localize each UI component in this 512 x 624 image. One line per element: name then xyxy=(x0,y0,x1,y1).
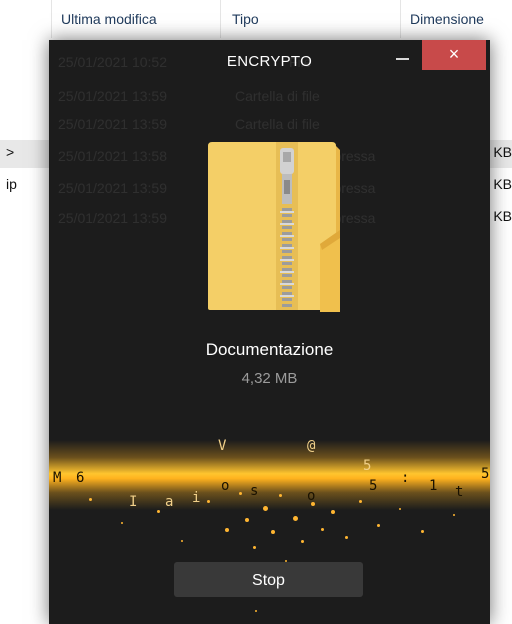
particle-dot xyxy=(301,540,304,543)
column-size-header[interactable]: Dimensione xyxy=(404,0,512,38)
close-button[interactable]: × xyxy=(422,40,486,70)
ghost-type: Cartella di file xyxy=(235,116,320,132)
column-header-bar: Ultima modifica Tipo Dimensione xyxy=(0,0,512,38)
particle-dot xyxy=(271,530,275,534)
file-row-name: ip xyxy=(6,176,17,192)
minimize-button[interactable] xyxy=(387,46,419,74)
particle-dot xyxy=(279,494,282,497)
ghost-date: 25/01/2021 13:59 xyxy=(58,88,167,104)
particle-dot xyxy=(181,540,183,542)
stop-button[interactable]: Stop xyxy=(174,562,363,597)
file-name-label: Documentazione xyxy=(205,340,334,359)
scramble-char: V xyxy=(218,438,227,454)
particle-dot xyxy=(321,528,324,531)
particle-dot xyxy=(89,498,92,501)
particle-dot xyxy=(311,502,315,506)
close-icon: × xyxy=(448,44,460,64)
particle-dot xyxy=(345,536,348,539)
particle-dot xyxy=(121,522,123,524)
particle-dot xyxy=(331,510,335,514)
ghost-date: 25/01/2021 13:58 xyxy=(58,148,167,164)
particle-dot xyxy=(377,524,380,527)
column-type-header[interactable]: Tipo xyxy=(226,0,396,38)
particle-dot xyxy=(225,528,229,532)
ghost-date: 25/01/2021 13:59 xyxy=(58,180,167,196)
dialog-titlebar[interactable]: ENCRYPTO × xyxy=(49,40,490,84)
ghost-type: Cartella di file xyxy=(235,88,320,104)
particle-dot xyxy=(263,506,268,511)
column-separator[interactable] xyxy=(400,0,401,38)
zip-folder-icon xyxy=(208,142,340,312)
particle-dot xyxy=(293,516,298,521)
particle-dot xyxy=(245,518,249,522)
particle-dot xyxy=(359,500,362,503)
particle-dot xyxy=(255,610,257,612)
particle-dot xyxy=(453,514,455,516)
column-modified-header[interactable]: Ultima modifica xyxy=(55,0,215,38)
encrypto-dialog: 25/01/2021 10:52 File 25/01/2021 13:59 C… xyxy=(49,40,490,624)
column-separator[interactable] xyxy=(51,0,52,38)
particle-dot xyxy=(207,500,210,503)
particle-dot xyxy=(239,492,242,495)
particle-dot xyxy=(399,508,401,510)
file-size-label: 4,32 MB xyxy=(241,370,298,387)
particle-dot xyxy=(421,530,424,533)
column-separator[interactable] xyxy=(220,0,221,38)
particle-dot xyxy=(253,546,256,549)
scramble-char: @ xyxy=(307,438,316,454)
ghost-date: 25/01/2021 13:59 xyxy=(58,116,167,132)
minimize-icon xyxy=(396,58,409,60)
file-row-name: > xyxy=(6,144,15,160)
particle-dot xyxy=(157,510,160,513)
ghost-date: 25/01/2021 13:59 xyxy=(58,210,167,226)
